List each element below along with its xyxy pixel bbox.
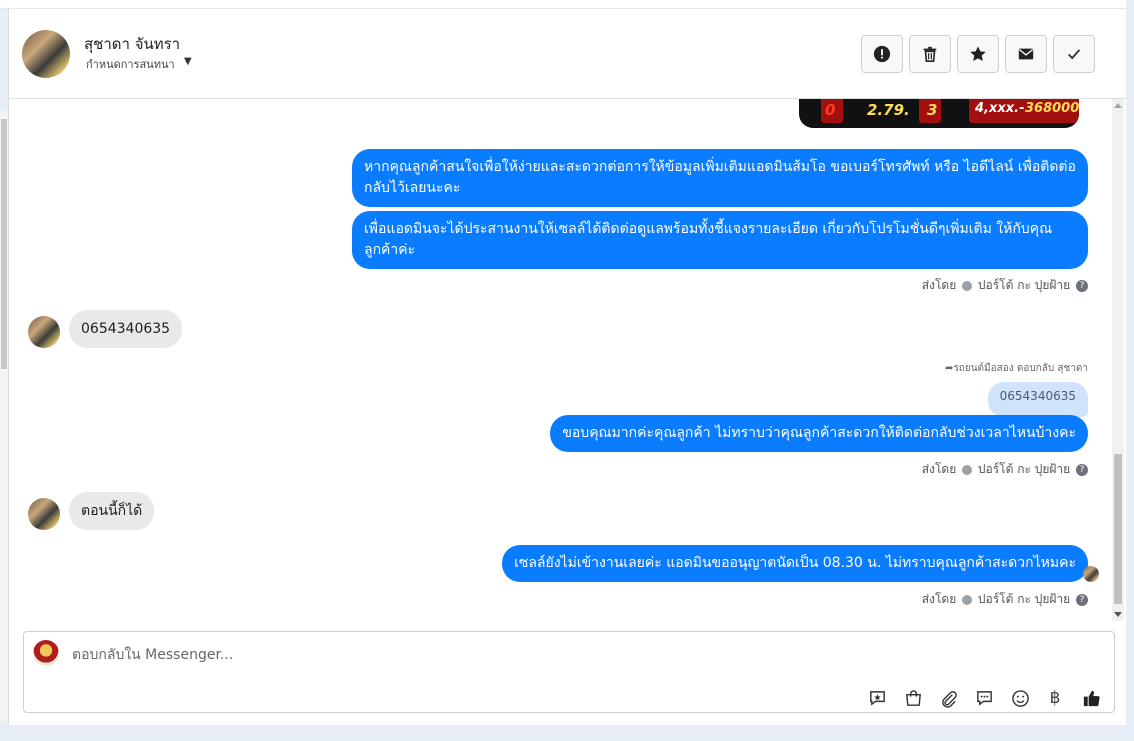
assign-conversation-dropdown[interactable]: กำหนดการสนทนา	[86, 55, 175, 73]
agent-badge-icon	[962, 594, 973, 605]
page-edge	[1126, 0, 1134, 741]
like-button[interactable]	[1080, 687, 1102, 709]
contact-avatar[interactable]	[28, 498, 60, 530]
mark-unread-button[interactable]	[1005, 35, 1047, 73]
conversation-panel: สุชาดา จันทรา กำหนดการสนทนา ▼ 0 2.79. 3 …	[8, 9, 1126, 725]
mark-done-button[interactable]	[1053, 35, 1095, 73]
sent-by-label: ส่งโดย ปอร์โต้ กะ ปุยฝ้าย ?	[922, 590, 1088, 609]
caret-down-icon[interactable]: ▼	[184, 56, 192, 67]
chat-bubble-icon	[976, 690, 992, 706]
help-icon[interactable]: ?	[1076, 463, 1088, 476]
contact-avatar[interactable]	[28, 316, 60, 348]
saved-reply-icon	[869, 690, 885, 706]
image-text: 0	[825, 101, 836, 119]
reply-context-text: รถยนต์มือสอง ตอบกลับ สุชาดา	[953, 363, 1088, 374]
sent-by-label: ส่งโดย ปอร์โต้ กะ ปุยฝ้าย ?	[922, 460, 1088, 479]
outgoing-message[interactable]: ขอบคุณมากค่ะคุณลูกค้า ไม่ทราบว่าคุณลูกค้…	[550, 415, 1088, 452]
sent-by-prefix: ส่งโดย	[921, 462, 957, 476]
help-icon[interactable]: ?	[1076, 593, 1088, 606]
emoji-button[interactable]	[1009, 687, 1031, 709]
outgoing-message[interactable]: เพื่อแอดมินจะได้ประสานงานให้เซลล์ได้ติดต…	[352, 211, 1088, 269]
page-scroll-thumb[interactable]	[1, 119, 7, 369]
star-icon	[970, 46, 986, 62]
top-strip	[0, 0, 1134, 9]
scroll-up-arrow[interactable]	[1114, 103, 1122, 108]
image-text: 2.79.	[867, 101, 910, 119]
emoji-icon	[1011, 689, 1029, 707]
reply-composer: ฿	[23, 631, 1115, 713]
attachment-icon	[941, 690, 957, 708]
shopping-bag-icon	[905, 689, 921, 706]
mark-spam-button[interactable]	[861, 35, 903, 73]
trash-icon	[923, 46, 937, 63]
image-text: 3	[927, 101, 938, 119]
incoming-message[interactable]: 0654340635	[69, 310, 183, 348]
scroll-down-arrow[interactable]	[1114, 612, 1122, 617]
saved-reply-button[interactable]	[866, 687, 888, 709]
contact-avatar[interactable]	[22, 30, 70, 78]
delete-button[interactable]	[909, 35, 951, 73]
image-text: 4,xxx.-	[975, 101, 1025, 116]
outgoing-message[interactable]: เซลล์ยังไม่เข้างานเลยค่ะ แอดมินขออนุญาตน…	[502, 545, 1088, 582]
quoted-message[interactable]: 0654340635	[987, 382, 1088, 417]
image-text: 368000	[1025, 101, 1079, 116]
thread-scrollbar[interactable]	[1112, 99, 1124, 621]
image-attachment[interactable]: 0 2.79. 3 4,xxx.- 368000	[799, 99, 1079, 128]
agent-badge-icon	[962, 464, 973, 475]
sent-by-agent: ปอร์โต้ กะ ปุยฝ้าย	[977, 278, 1071, 292]
sent-by-agent: ปอร์โต้ กะ ปุยฝ้าย	[977, 462, 1071, 476]
baht-icon: ฿	[1049, 688, 1061, 708]
reply-context: ➦รถยนต์มือสอง ตอบกลับ สุชาดา	[945, 363, 1088, 374]
thumbs-up-icon	[1083, 690, 1100, 706]
outgoing-message[interactable]: หากคุณลูกค้าสนใจเพื่อให้ง่ายและสะดวกต่อก…	[352, 149, 1088, 207]
conversation-header: สุชาดา จันทรา กำหนดการสนทนา ▼	[9, 9, 1126, 99]
reply-input[interactable]	[72, 645, 772, 665]
check-icon	[1068, 49, 1081, 60]
star-button[interactable]	[957, 35, 999, 73]
attach-button[interactable]	[937, 687, 959, 709]
page-avatar	[33, 640, 59, 666]
envelope-icon	[1018, 48, 1034, 60]
page-scrollbar[interactable]	[0, 111, 8, 721]
message-thread[interactable]: 0 2.79. 3 4,xxx.- 368000 หากคุณลูกค้าสนใ…	[9, 99, 1109, 621]
sent-by-label: ส่งโดย ปอร์โต้ กะ ปุยฝ้าย ?	[922, 276, 1088, 295]
sent-by-prefix: ส่งโดย	[921, 278, 957, 292]
incoming-message[interactable]: ตอนนี้ก็ได้	[69, 492, 155, 530]
sent-by-prefix: ส่งโดย	[921, 592, 957, 606]
scroll-thumb[interactable]	[1114, 454, 1122, 604]
payment-button[interactable]: ฿	[1044, 687, 1066, 709]
sent-by-agent: ปอร์โต้ กะ ปุยฝ้าย	[977, 592, 1071, 606]
chat-button[interactable]	[973, 687, 995, 709]
seen-indicator-avatar	[1083, 566, 1099, 582]
agent-badge-icon	[962, 280, 973, 291]
shop-button[interactable]	[902, 687, 924, 709]
contact-name[interactable]: สุชาดา จันทรา	[84, 32, 180, 56]
spam-icon	[873, 45, 891, 63]
help-icon[interactable]: ?	[1076, 279, 1088, 292]
